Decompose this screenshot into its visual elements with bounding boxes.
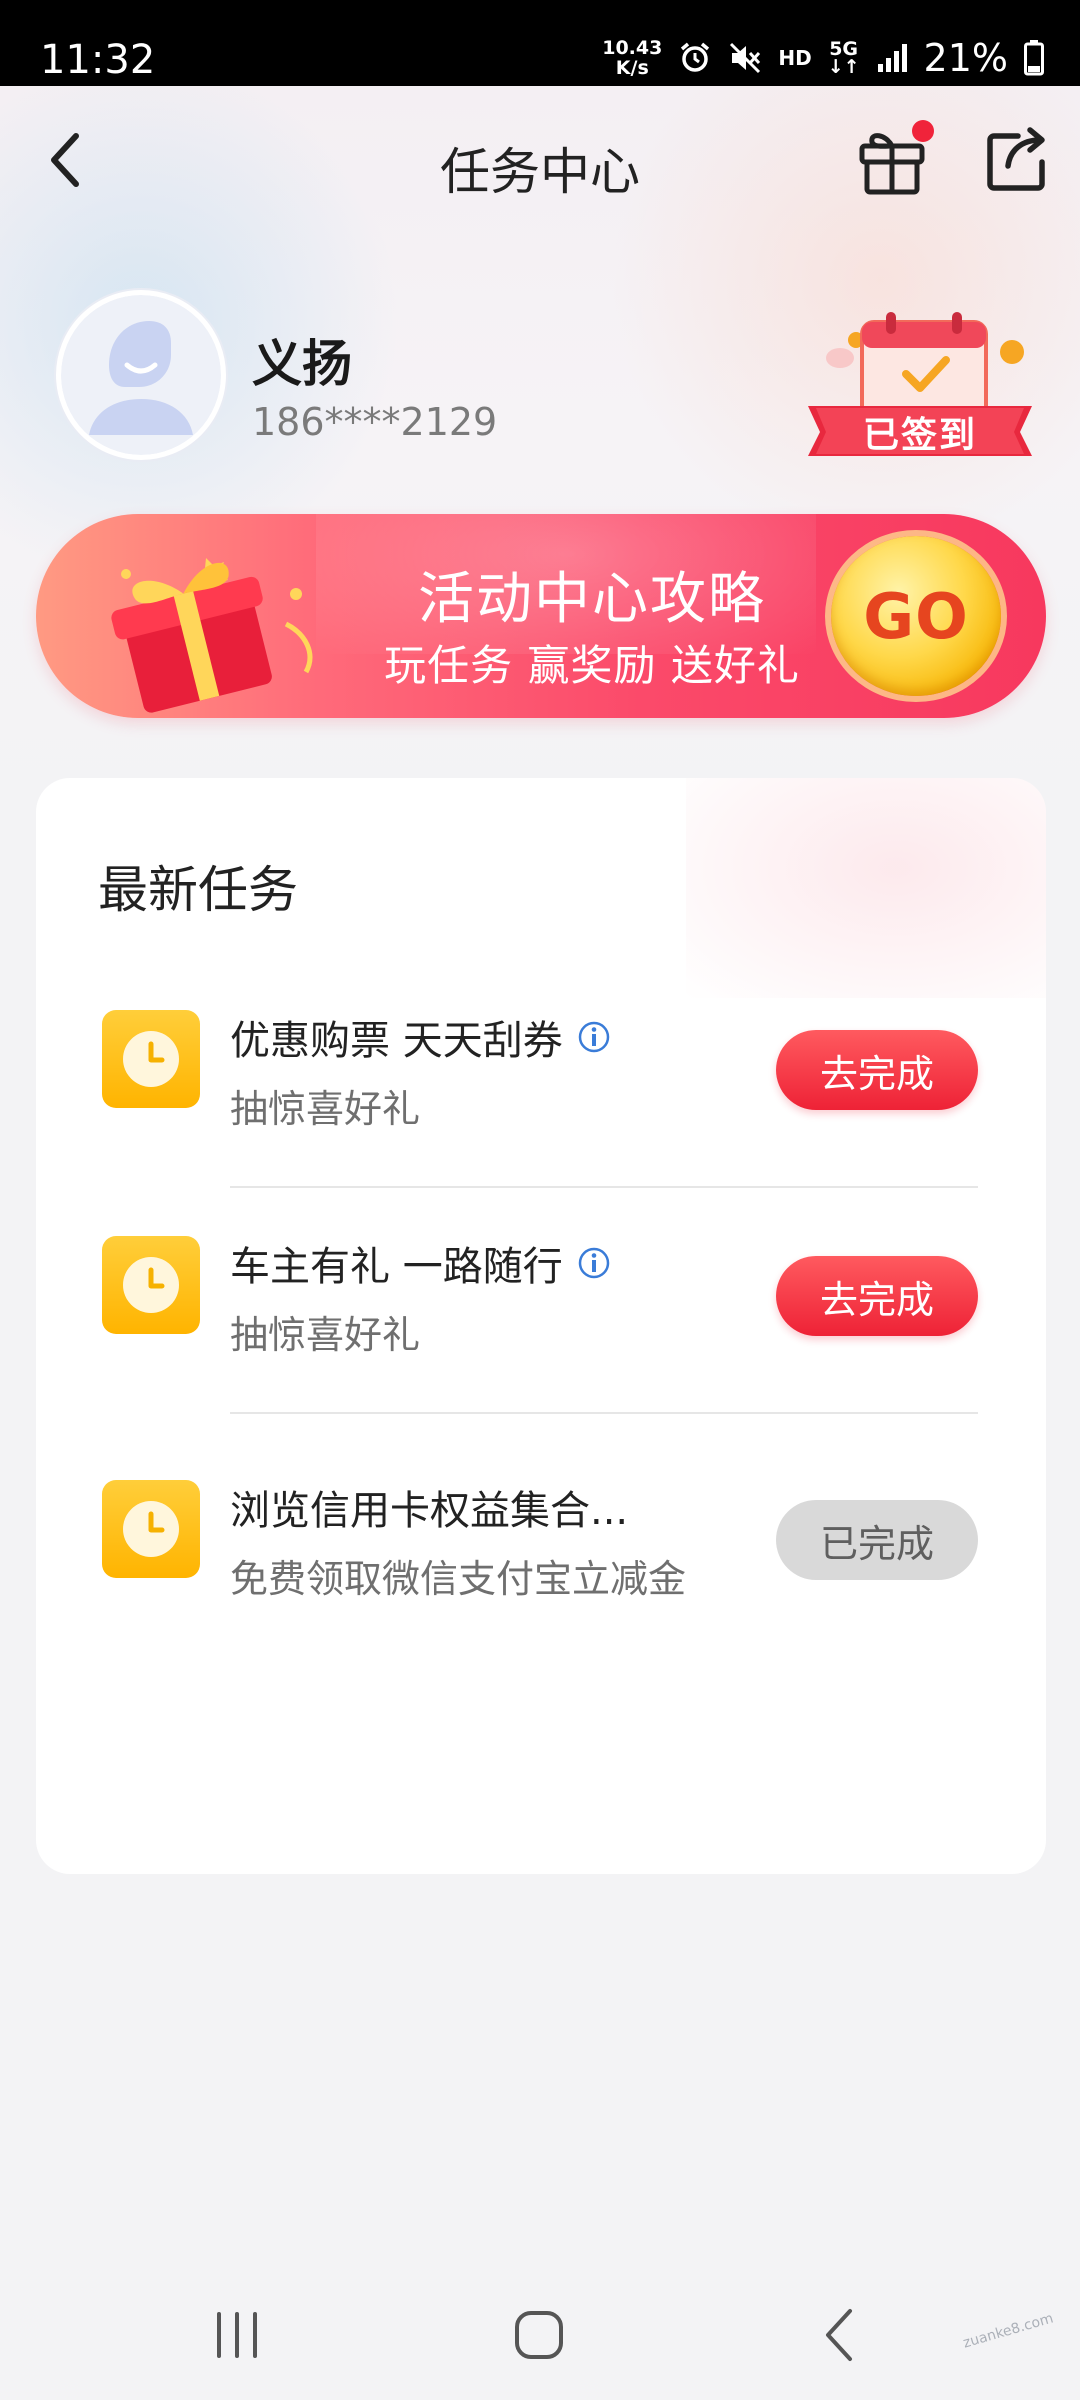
data-arrows-icon: ↓↑ bbox=[827, 56, 860, 78]
signal-icon bbox=[876, 42, 908, 74]
back-nav-button[interactable] bbox=[796, 2300, 886, 2370]
battery-percentage: 21% bbox=[923, 36, 1008, 80]
task-center-page: 11:32 10.43 K/s HD 5G ↓↑ 21% 任务中心 义扬 186… bbox=[0, 0, 1080, 2400]
info-icon[interactable] bbox=[577, 1020, 611, 1054]
share-icon bbox=[987, 127, 1045, 191]
home-icon bbox=[515, 2311, 563, 2359]
task-description: 免费领取微信支付宝立减金 bbox=[230, 1557, 687, 1601]
activity-guide-banner[interactable]: 活动中心攻略 玩任务 赢奖励 送好礼 GO bbox=[36, 514, 1046, 718]
network-speed-unit: K/s bbox=[615, 57, 649, 79]
hd-indicator: HD bbox=[778, 46, 812, 70]
completed-task-button[interactable]: 已完成 bbox=[776, 1500, 978, 1580]
avatar[interactable] bbox=[56, 290, 226, 460]
home-button[interactable] bbox=[494, 2300, 584, 2370]
clock-icon bbox=[102, 1480, 200, 1578]
task-title-wrap: 车主有礼 一路随行 bbox=[230, 1234, 611, 1292]
mute-icon bbox=[728, 41, 762, 75]
task-title-wrap: 优惠购票 天天刮券 bbox=[230, 1008, 611, 1066]
clock-icon bbox=[102, 1010, 200, 1108]
go-button[interactable]: GO bbox=[831, 536, 1001, 696]
status-bar: 11:32 10.43 K/s HD 5G ↓↑ 21% bbox=[0, 0, 1080, 86]
banner-title: 活动中心攻略 bbox=[418, 567, 766, 632]
system-navigation-bar: zuanke8.com bbox=[0, 2270, 1080, 2400]
share-button[interactable] bbox=[982, 122, 1048, 194]
status-icons: 10.43 K/s HD 5G ↓↑ 21% bbox=[602, 30, 1044, 86]
network-speed-value: 10.43 bbox=[602, 37, 663, 59]
default-avatar-icon bbox=[61, 295, 221, 455]
user-phone: 186****2129 bbox=[252, 400, 498, 444]
battery-icon bbox=[1024, 40, 1044, 76]
status-time: 11:32 bbox=[40, 37, 156, 83]
task-description: 抽惊喜好礼 bbox=[230, 1087, 421, 1131]
back-arrow-icon bbox=[826, 2309, 852, 2361]
recent-apps-button[interactable] bbox=[192, 2300, 282, 2370]
banner-subtitle: 玩任务 赢奖励 送好礼 bbox=[384, 641, 800, 690]
checkin-badge[interactable]: 已签到 bbox=[800, 310, 1040, 460]
alarm-icon bbox=[678, 41, 712, 75]
task-title-wrap: 浏览信用卡权益集合... bbox=[230, 1478, 628, 1536]
page-header: 任务中心 bbox=[0, 86, 1080, 236]
complete-task-button[interactable]: 去完成 bbox=[776, 1030, 978, 1110]
section-title: 最新任务 bbox=[98, 861, 298, 919]
recent-apps-icon bbox=[217, 2312, 257, 2358]
network-speed: 10.43 K/s bbox=[602, 38, 662, 78]
complete-task-button[interactable]: 去完成 bbox=[776, 1256, 978, 1336]
info-icon[interactable] bbox=[577, 1246, 611, 1280]
task-title: 浏览信用卡权益集合... bbox=[230, 1488, 629, 1534]
gift-box-illustration bbox=[86, 534, 346, 714]
task-title: 优惠购票 天天刮券 bbox=[230, 1018, 563, 1064]
clock-icon bbox=[102, 1236, 200, 1334]
divider bbox=[230, 1412, 978, 1414]
task-row: 优惠购票 天天刮券 抽惊喜好礼 去完成 bbox=[36, 954, 1046, 1154]
user-name: 义扬 bbox=[252, 335, 352, 393]
task-title: 车主有礼 一路随行 bbox=[230, 1244, 563, 1290]
task-row: 车主有礼 一路随行 抽惊喜好礼 去完成 bbox=[36, 1180, 1046, 1380]
user-profile: 义扬 186****2129 已签到 bbox=[0, 286, 1080, 466]
network-type: 5G ↓↑ bbox=[827, 40, 860, 78]
task-row: 浏览信用卡权益集合... 免费领取微信支付宝立减金 已完成 bbox=[36, 1424, 1046, 1624]
task-description: 抽惊喜好礼 bbox=[230, 1313, 421, 1357]
task-list-card: 最新任务 优惠购票 天天刮券 抽惊喜好礼 去完成 车主有礼 一路随行 抽惊喜好礼 bbox=[36, 778, 1046, 1874]
gift-button[interactable] bbox=[856, 118, 934, 198]
checkin-label: 已签到 bbox=[862, 415, 977, 456]
notification-dot bbox=[912, 120, 934, 142]
watermark: zuanke8.com bbox=[961, 2310, 1056, 2352]
